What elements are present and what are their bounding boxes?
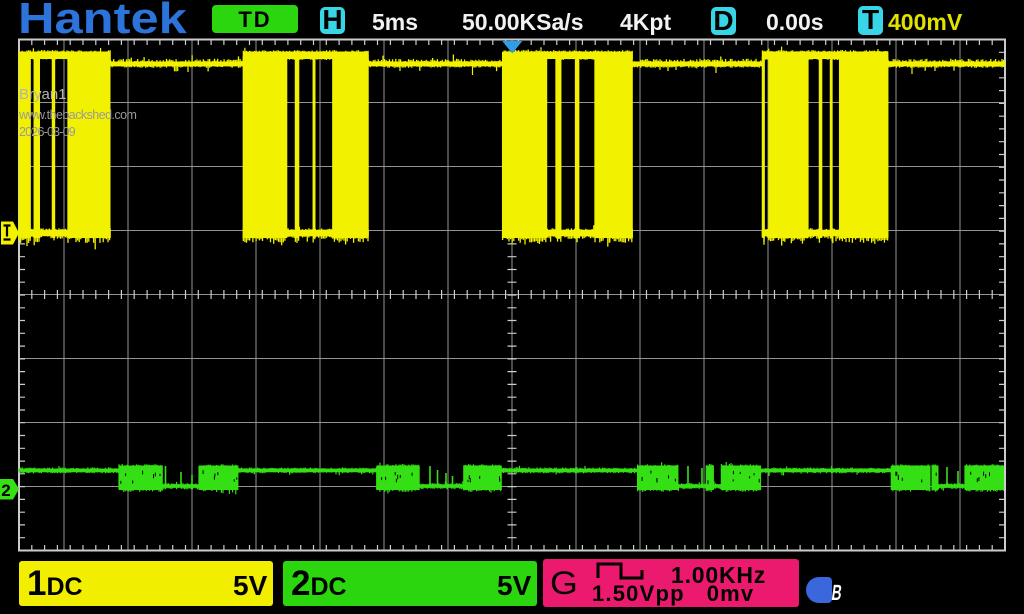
svg-text:2: 2	[1, 481, 10, 500]
